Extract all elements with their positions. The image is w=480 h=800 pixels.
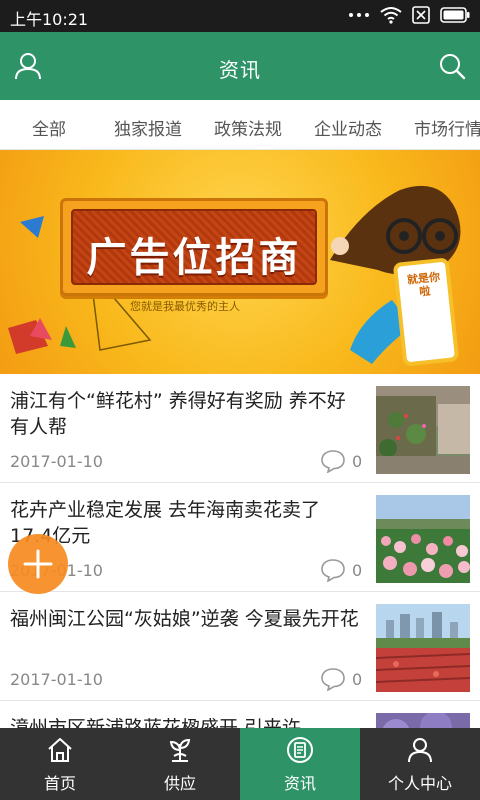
nav-profile[interactable]: 个人中心 [360, 728, 480, 800]
tab-company-news[interactable]: 企业动态 [314, 115, 382, 140]
search-button[interactable] [436, 50, 468, 82]
ad-headline: 广告位招商 [86, 235, 302, 281]
news-item[interactable]: 福州闽江公园“灰姑娘”逆袭 今夏最先开花 2017-01-10 0 [0, 592, 480, 701]
app-header: 资讯 [0, 32, 480, 100]
news-item[interactable]: 浦江有个“鲜花村” 养得好有奖励 养不好有人帮 2017-01-10 0 [0, 374, 480, 483]
comment-count: 0 [320, 667, 362, 691]
status-icons [348, 6, 470, 24]
news-thumbnail [376, 386, 470, 474]
comment-icon [321, 668, 345, 691]
nav-home[interactable]: 首页 [0, 728, 120, 800]
news-item[interactable]: 花卉产业稳定发展 去年海南卖花卖了17.4亿元 2017-01-10 0 [0, 483, 480, 592]
ad-subtext: 您就是我最优秀的主人 [130, 300, 240, 313]
battery-icon [440, 7, 470, 23]
news-icon [287, 737, 313, 763]
nav-news[interactable]: 资讯 [240, 728, 360, 800]
nav-label: 资讯 [283, 774, 316, 793]
comment-number: 0 [352, 451, 363, 471]
news-date: 2017-01-10 [10, 670, 103, 689]
add-fab-button[interactable] [8, 534, 68, 594]
nav-supply[interactable]: 供应 [120, 728, 240, 800]
category-tabs: 全部 独家报道 政策法规 企业动态 市场行情 [0, 100, 480, 150]
tab-exclusive[interactable]: 独家报道 [114, 115, 182, 140]
news-thumbnail [376, 495, 470, 583]
signal-dots-icon [349, 13, 369, 17]
search-icon [440, 54, 466, 80]
news-title: 浦江有个“鲜花村” 养得好有奖励 养不好有人帮 [10, 390, 346, 438]
status-time: 上午10:21 [10, 10, 89, 29]
plus-icon [23, 549, 53, 579]
nav-label: 首页 [43, 774, 76, 793]
nav-label: 个人中心 [387, 774, 452, 793]
tab-market[interactable]: 市场行情 [414, 115, 480, 140]
sim-off-icon [412, 6, 430, 24]
comment-count: 0 [320, 558, 362, 582]
ad-banner[interactable]: 广告位招商 您就是我最优秀的主人 就是你啦 [0, 150, 480, 374]
phone-illustration: 就是你啦 [392, 257, 460, 367]
ad-headline-box: 广告位招商 [60, 198, 328, 296]
news-thumbnail [376, 604, 470, 692]
comment-number: 0 [352, 669, 363, 689]
news-title: 福州闽江公园“灰姑娘”逆袭 今夏最先开花 [10, 608, 359, 630]
news-title: 花卉产业稳定发展 去年海南卖花卖了17.4亿元 [10, 499, 321, 547]
tab-all[interactable]: 全部 [32, 115, 66, 140]
phone-text: 就是你啦 [406, 270, 441, 299]
person-icon [408, 738, 432, 763]
nav-label: 供应 [163, 774, 196, 793]
comment-icon [321, 450, 345, 473]
comment-icon [321, 559, 345, 582]
comment-number: 0 [352, 560, 363, 580]
bottom-nav: 首页 供应 资讯 个人中心 [0, 728, 480, 800]
news-date: 2017-01-10 [10, 452, 103, 471]
comment-count: 0 [320, 449, 362, 473]
home-icon [48, 738, 72, 762]
supply-icon [169, 738, 191, 762]
page-title: 资讯 [219, 58, 261, 82]
status-bar: 上午10:21 [0, 0, 480, 32]
tab-policy[interactable]: 政策法规 [214, 115, 282, 140]
wifi-icon [380, 7, 402, 24]
